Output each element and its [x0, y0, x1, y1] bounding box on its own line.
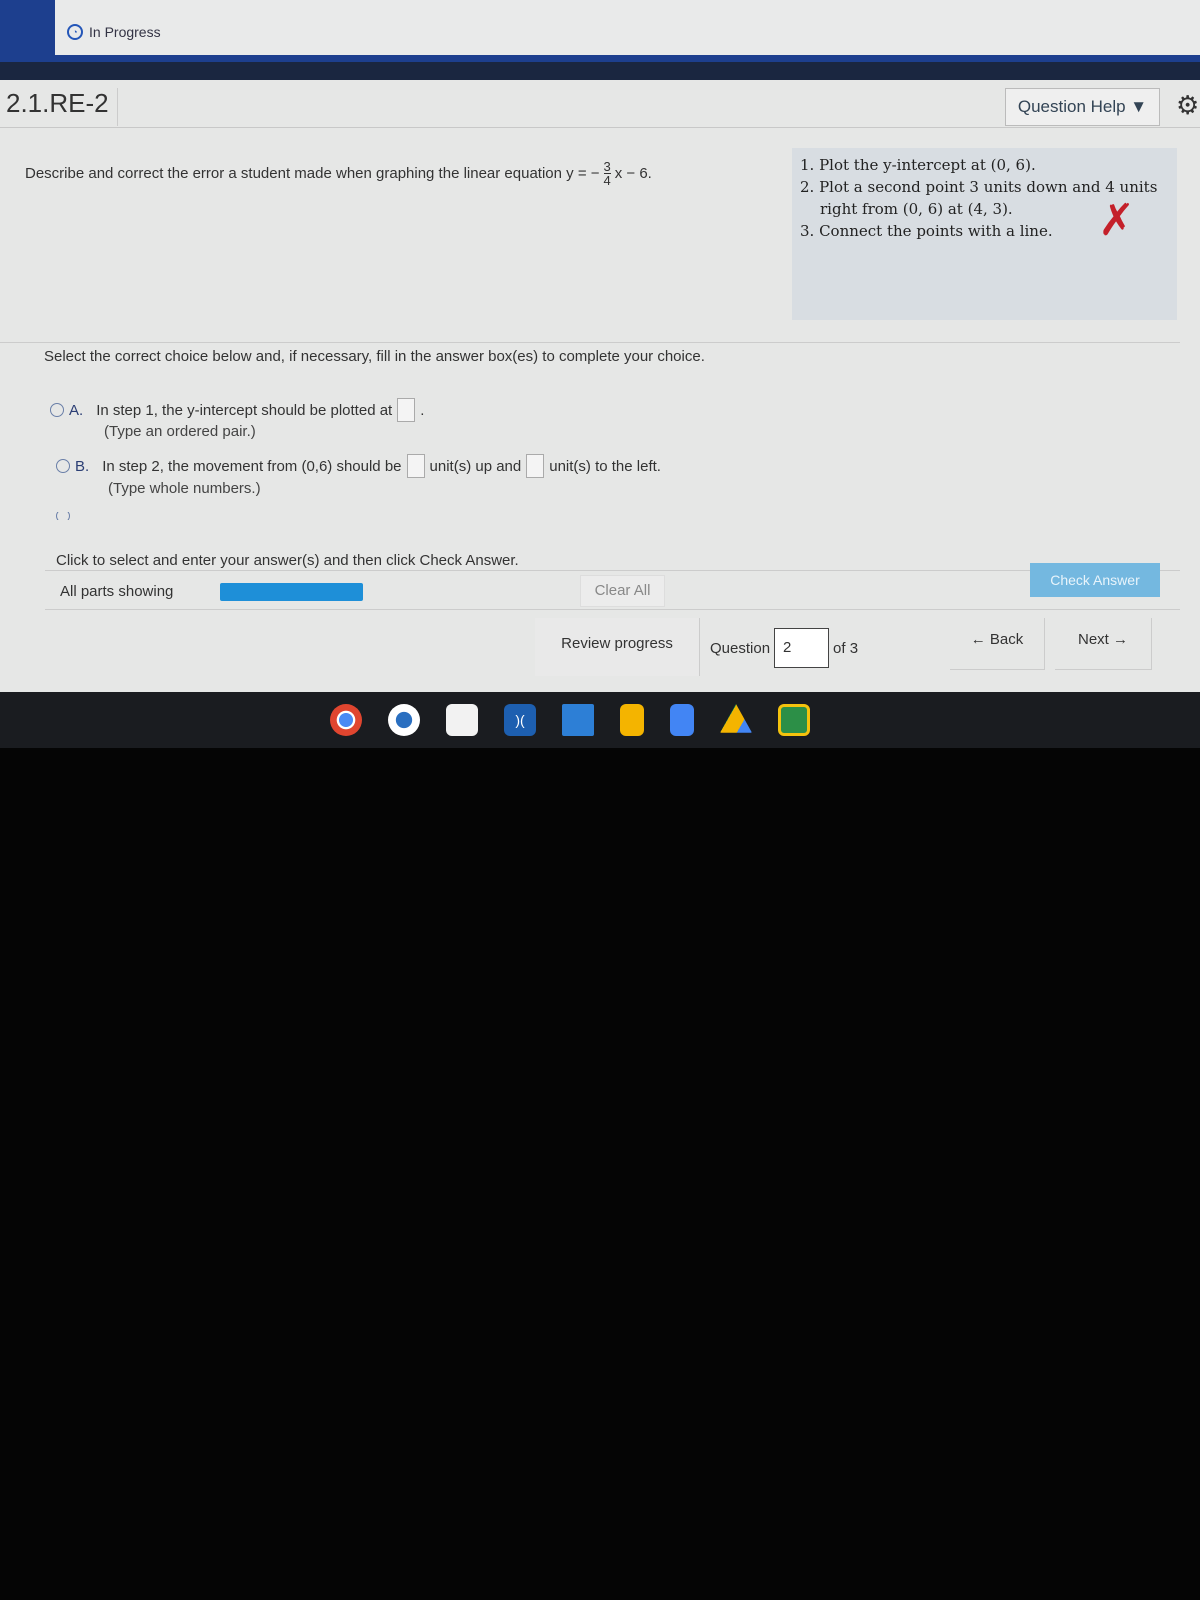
radio-b[interactable]	[56, 459, 70, 473]
fraction-denominator: 4	[603, 173, 611, 188]
option-a-hint: (Type an ordered pair.)	[104, 423, 256, 440]
question-total: of 3	[833, 639, 859, 657]
option-after: unit(s) to the left.	[549, 457, 661, 475]
prompt-text: Describe and correct the error a student…	[25, 165, 600, 182]
docs-icon[interactable]	[670, 704, 694, 736]
question-prompt: Describe and correct the error a student…	[25, 160, 652, 187]
option-a[interactable]: A. In step 1, the y-intercept should be …	[50, 398, 424, 422]
review-progress-button[interactable]: Review progress	[535, 618, 700, 676]
question-panel: 2.1.RE-2 Question Help ▼ ⚙ Describe and …	[0, 80, 1200, 692]
question-header: 2.1.RE-2 Question Help ▼ ⚙	[0, 80, 1200, 128]
option-b-hint: (Type whole numbers.)	[108, 480, 261, 497]
clock-icon: ◔	[67, 24, 83, 40]
classroom-icon[interactable]	[778, 704, 810, 736]
browser-icon[interactable]	[388, 704, 420, 736]
answer-box-b2[interactable]	[526, 454, 545, 478]
printer-icon[interactable]	[562, 704, 594, 736]
assignment-header: ◔ In Progress	[55, 0, 1200, 55]
option-c[interactable]	[56, 512, 70, 520]
question-number-input[interactable]: 2	[774, 628, 830, 668]
divider	[0, 342, 1180, 343]
parts-progress-bar	[220, 583, 363, 601]
prompt-tail: x − 6.	[614, 165, 652, 182]
status: ◔ In Progress	[67, 24, 161, 40]
student-work-image: 1. Plot the y-intercept at (0, 6). 2. Pl…	[792, 148, 1177, 320]
os-shelf: )(	[0, 692, 1200, 748]
radio-c[interactable]	[56, 512, 70, 520]
graph-icon[interactable]	[446, 704, 478, 736]
clear-all-button[interactable]: Clear All	[580, 575, 665, 607]
answer-box-b1[interactable]	[406, 454, 425, 478]
question-label: Question	[710, 639, 771, 657]
all-parts-label: All parts showing	[60, 583, 174, 600]
check-answer-button[interactable]: Check Answer	[1030, 563, 1160, 597]
divider	[0, 62, 1200, 80]
next-button[interactable]: Next →	[1055, 618, 1152, 670]
option-b[interactable]: B. In step 2, the movement from (0,6) sh…	[56, 454, 661, 478]
chrome-icon[interactable]	[330, 704, 362, 736]
option-text: In step 1, the y-intercept should be plo…	[96, 401, 393, 419]
option-punct: .	[420, 401, 425, 419]
remote-icon[interactable]: )(	[504, 704, 536, 736]
back-button[interactable]: ← Back	[950, 618, 1045, 670]
answer-box-a[interactable]	[397, 398, 416, 422]
status-label: In Progress	[89, 24, 161, 40]
fraction: 34	[603, 159, 611, 188]
option-mid: unit(s) up and	[429, 457, 522, 475]
option-text: In step 2, the movement from (0,6) shoul…	[102, 457, 402, 475]
answer-bar: All parts showing Clear All Check Answer	[45, 563, 1180, 610]
instructions: Select the correct choice below and, if …	[44, 348, 705, 365]
question-id: 2.1.RE-2	[6, 88, 118, 126]
click-instructions: Click to select and enter your answer(s)…	[56, 552, 519, 569]
step-1: 1. Plot the y-intercept at (0, 6).	[800, 156, 1036, 174]
x-mark-icon: ✗	[1098, 195, 1135, 246]
radio-a[interactable]	[50, 403, 64, 417]
top-bar: ◔ In Progress	[0, 0, 1200, 80]
question-navigator: Question 2 of 3	[710, 628, 858, 668]
slides-icon[interactable]	[620, 704, 644, 736]
gear-icon[interactable]: ⚙	[1176, 90, 1199, 121]
option-letter: B.	[75, 457, 90, 475]
question-help-button[interactable]: Question Help ▼	[1005, 88, 1160, 126]
drive-icon[interactable]	[720, 704, 752, 733]
fraction-numerator: 3	[603, 159, 611, 174]
option-letter: A.	[69, 401, 84, 419]
